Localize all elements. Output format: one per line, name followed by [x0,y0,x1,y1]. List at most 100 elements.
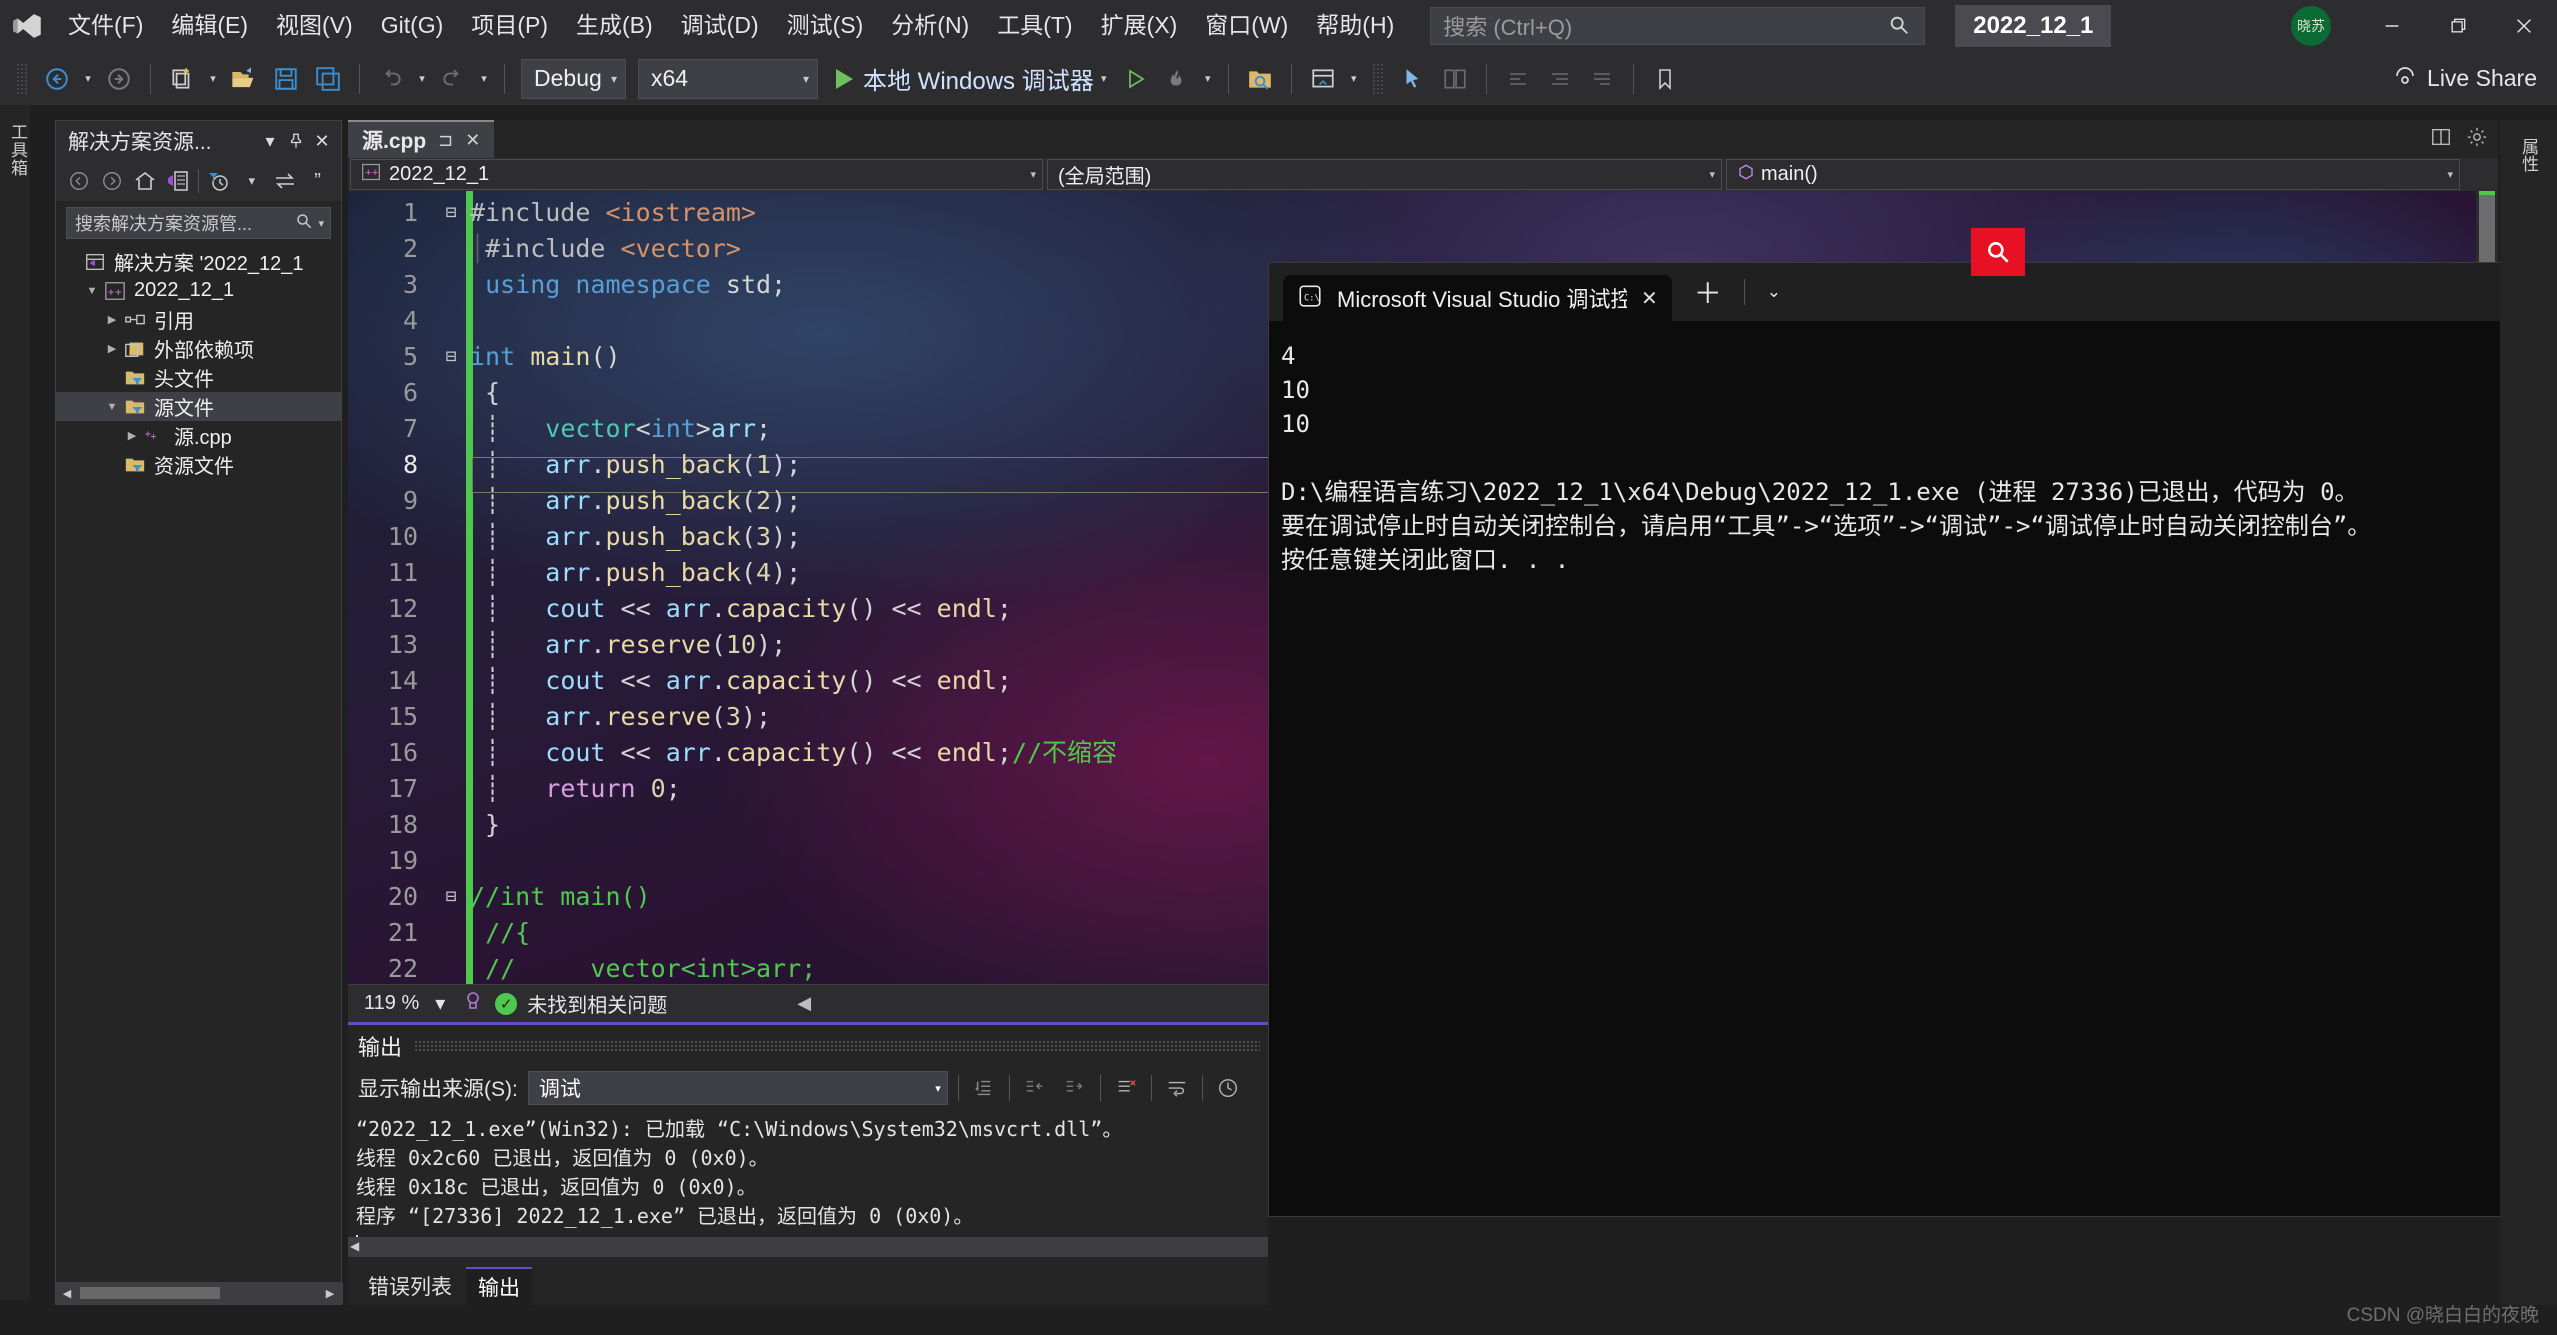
output-tab-0[interactable]: 错误列表 [356,1267,464,1305]
arrow-back-icon[interactable] [66,167,93,195]
menu-item-11[interactable]: 窗口(W) [1191,7,1302,44]
menu-item-1[interactable]: 编辑(E) [157,7,262,44]
tree-item-4[interactable]: 头文件 [56,363,341,392]
fold-toggle-icon[interactable]: ⊟ [440,195,462,231]
close-icon[interactable]: ✕ [309,128,335,154]
scroll-right-icon[interactable]: ▶ [319,1287,341,1300]
toolbar-grip[interactable] [16,62,28,95]
menu-item-0[interactable]: 文件(F) [54,7,157,44]
arrow-forward-icon[interactable] [99,167,126,195]
layout-caret-icon[interactable]: ▾ [1344,72,1364,85]
tree-item-2[interactable]: ▶ 引用 [56,305,341,334]
zoom-level-combo[interactable]: 119 % ▾ [358,989,451,1018]
scrollbar-thumb[interactable] [80,1287,220,1299]
gear-icon[interactable] [2466,126,2488,153]
back-dropdown-caret-icon[interactable]: ▾ [78,72,98,85]
hot-reload-caret-icon[interactable]: ▾ [1198,72,1218,85]
navbar-scope-combo[interactable]: (全局范围) ▾ [1047,159,1722,190]
menu-item-9[interactable]: 工具(T) [983,7,1086,44]
sync-icon[interactable] [271,167,298,195]
pointer-icon[interactable] [1394,60,1432,98]
output-text[interactable]: “2022_12_1.exe”(Win32): 已加载 “C:\Windows\… [348,1115,1268,1255]
panel-drag-grip[interactable] [414,1040,1260,1052]
menu-item-8[interactable]: 分析(N) [877,7,983,44]
expander-collapsed-icon[interactable]: ▶ [102,342,122,355]
toolbar-grip-2[interactable] [1371,62,1384,95]
open-folder-icon[interactable] [225,60,263,98]
navbar-member-combo[interactable]: main() ▾ [1726,159,2460,190]
editor-tab-source-cpp[interactable]: 源.cpp ⊐ ✕ [348,120,495,158]
issues-status[interactable]: ✓ 未找到相关问题 [495,989,667,1018]
solution-search-input[interactable]: 搜索解决方案资源管... ▾ [66,207,331,239]
chevron-down-icon[interactable]: ▾ [313,217,324,230]
menu-item-2[interactable]: 视图(V) [262,7,367,44]
tree-item-5[interactable]: ▼ 源文件 [56,392,341,421]
arrow-back-icon[interactable] [38,60,76,98]
fold-toggle-icon[interactable]: ⊟ [440,879,462,915]
console-window[interactable]: C:\ Microsoft Visual Studio 调试控 ✕ ＋ ⌄ 4 1… [1268,262,2550,1217]
split-view-icon[interactable] [2430,126,2452,153]
search-input[interactable]: 搜索 (Ctrl+Q) [1430,7,1926,45]
bookmark-icon[interactable] [1646,60,1684,98]
console-tab[interactable]: C:\ Microsoft Visual Studio 调试控 ✕ [1283,275,1672,321]
platform-combo[interactable]: x64 ▾ [638,58,818,99]
save-all-icon[interactable] [309,60,347,98]
configuration-combo[interactable]: Debug ▾ [521,58,626,99]
close-icon[interactable]: ✕ [1641,286,1658,311]
expander-collapsed-icon[interactable]: ▶ [122,429,142,442]
scroll-left-icon[interactable]: ◀ [797,993,811,1014]
tree-item-0[interactable]: 解决方案 '2022_12_1 [56,247,341,276]
tree-item-3[interactable]: ▶ 外部依赖项 [56,334,341,363]
intellicode-icon[interactable] [461,989,485,1018]
menu-item-10[interactable]: 扩展(X) [1087,7,1192,44]
expander-collapsed-icon[interactable]: ▶ [102,313,122,326]
expander-expanded-icon[interactable]: ▼ [102,401,122,413]
output-source-select[interactable]: 调试 ▾ [527,1071,948,1105]
save-icon[interactable] [267,60,305,98]
sidebar-item-properties[interactable]: 属性 [2516,138,2541,172]
plus-icon[interactable]: ＋ [1694,272,1722,312]
start-debug-caret-icon[interactable]: ▾ [1094,72,1114,85]
tree-item-7[interactable]: 资源文件 [56,450,341,479]
menu-item-12[interactable]: 帮助(H) [1302,7,1408,44]
collapse-all-icon[interactable]: ” [304,167,331,195]
menu-item-7[interactable]: 测试(S) [773,7,878,44]
home-icon[interactable] [132,167,159,195]
menu-item-5[interactable]: 生成(B) [562,7,667,44]
chevron-down-icon[interactable]: ⌄ [1767,282,1781,302]
maximize-button[interactable] [2425,0,2491,52]
menu-item-3[interactable]: Git(G) [367,7,458,44]
scroll-left-icon[interactable]: ◀ [350,1239,359,1253]
live-share-button[interactable]: Live Share [2393,64,2557,94]
minimize-button[interactable] [2359,0,2425,52]
tree-item-1[interactable]: ▼ + +2022_12_1 [56,276,341,305]
new-item-icon[interactable] [163,60,201,98]
fold-toggle-icon[interactable]: ⊟ [440,339,462,375]
solution-explorer-icon[interactable] [165,167,192,195]
scroll-left-icon[interactable]: ◀ [56,1287,78,1300]
close-icon[interactable]: ✕ [465,130,480,151]
expander-expanded-icon[interactable]: ▼ [82,285,102,297]
find-message-icon[interactable] [969,1073,999,1103]
toggle-timestamp-icon[interactable] [1213,1073,1243,1103]
menu-item-6[interactable]: 调试(D) [667,7,773,44]
navbar-project-combo[interactable]: + + 2022_12_1 ▾ [350,159,1043,190]
undo-caret-icon[interactable]: ▾ [412,72,432,85]
arrow-forward-icon[interactable] [100,60,138,98]
close-button[interactable] [2491,0,2557,52]
tree-item-6[interactable]: ▶ + + 源.cpp [56,421,341,450]
output-hscrollbar[interactable]: ◀ [348,1237,1268,1257]
avatar[interactable]: 晓苏 [2291,6,2331,46]
floating-search-button[interactable] [1971,228,2025,276]
sidebar-item-toolbox[interactable]: 工具箱 [0,123,30,177]
chevron-down-icon[interactable]: ▾ [238,167,265,195]
output-tab-1[interactable]: 输出 [466,1267,532,1305]
new-item-caret-icon[interactable]: ▾ [203,72,223,85]
folder-search-icon[interactable] [1241,60,1279,98]
solution-explorer-hscrollbar[interactable]: ◀ ▶ [56,1282,343,1304]
word-wrap-icon[interactable] [1162,1073,1192,1103]
play-outline-icon[interactable] [1116,60,1154,98]
menu-item-4[interactable]: 项目(P) [457,7,562,44]
pin-icon[interactable] [283,128,309,154]
chevron-down-icon[interactable]: ▾ [257,128,283,154]
